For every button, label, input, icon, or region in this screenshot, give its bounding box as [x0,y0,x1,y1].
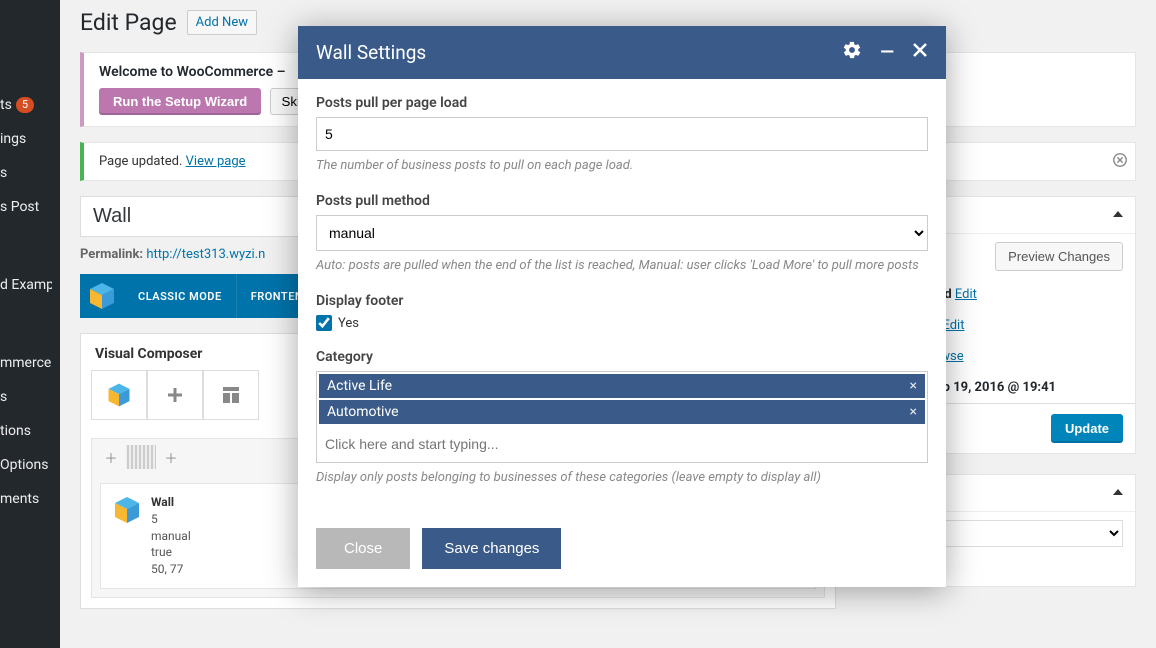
category-label: Category [316,349,928,365]
vc-element-title: Wall [151,495,174,509]
category-tag-active-life: Active Life × [319,374,925,398]
modal-footer: Close Save changes [298,512,946,587]
ppp-label: Posts pull per page load [316,95,928,111]
category-hint: Display only posts belonging to business… [316,469,928,487]
category-tag-automotive: Automotive × [319,400,925,424]
category-input[interactable] [317,426,927,462]
wall-settings-modal: Wall Settings — Posts pull per page load… [298,26,946,587]
vc-logo-icon [80,274,124,318]
posts-per-page-input[interactable] [316,117,928,151]
row-add-column-icon[interactable]: ＋ [158,445,184,469]
update-button[interactable]: Update [1051,414,1123,443]
modal-header: Wall Settings — [298,26,946,79]
sidebar-item-blank2[interactable] [0,312,60,346]
sidebar-item-products[interactable]: s [0,380,60,414]
ppp-hint: The number of business posts to pull on … [316,157,928,175]
method-hint: Auto: posts are pulled when the end of t… [316,257,928,275]
row-add-icon[interactable]: ＋ [98,445,124,469]
sidebar-item-elements[interactable]: ments [0,482,60,516]
collapse-icon[interactable] [1113,211,1123,217]
sidebar-item-listings[interactable]: ings [0,122,60,156]
display-footer-checkbox[interactable] [316,315,332,331]
method-label: Posts pull method [316,193,928,209]
sidebar-item-woocommerce[interactable]: mmerce [0,346,60,380]
edit-status-link[interactable]: Edit [955,287,977,302]
modal-minimize-icon[interactable]: — [880,42,894,63]
sidebar-item-options[interactable]: tions [0,414,60,448]
sidebar-item-business-post[interactable]: s Post [0,190,60,224]
modal-close-icon[interactable] [912,42,928,63]
admin-sidebar: ts 5 ings s s Post d Example mmerce s ti… [0,0,60,648]
view-page-link[interactable]: View page [186,154,246,169]
vc-templates-icon[interactable] [203,370,259,420]
vc-add-row-icon[interactable] [147,370,203,420]
preview-changes-button[interactable]: Preview Changes [995,242,1123,271]
save-changes-button[interactable]: Save changes [422,528,561,569]
modal-settings-icon[interactable] [842,40,862,65]
sidebar-item-grid-example[interactable]: d Example [0,258,60,312]
vc-add-element-icon[interactable] [91,370,147,420]
permalink-url-link[interactable]: http://test313.wyzi.n [146,247,265,262]
vc-element-icon [111,494,143,526]
dismiss-notice-icon[interactable] [1113,151,1127,172]
remove-tag-icon[interactable]: × [910,378,917,394]
footer-label: Display footer [316,293,928,309]
modal-title: Wall Settings [316,41,426,64]
category-tag-box: Active Life × Automotive × [316,371,928,463]
setup-wizard-button[interactable]: Run the Setup Wizard [99,88,261,115]
sidebar-item-offers[interactable]: s [0,156,60,190]
collapse-icon[interactable] [1113,489,1123,495]
pull-method-select[interactable]: manual [316,215,928,251]
row-drag-handle-icon[interactable] [126,445,156,469]
add-new-button[interactable]: Add New [187,10,257,35]
sidebar-item-comments[interactable]: ts 5 [0,88,60,122]
sidebar-item-blank1[interactable] [0,224,60,258]
remove-tag-icon[interactable]: × [910,404,917,420]
tab-classic-mode[interactable]: CLASSIC MODE [124,274,237,318]
close-button[interactable]: Close [316,528,410,569]
comments-badge: 5 [16,97,34,113]
footer-value: Yes [338,316,359,331]
sidebar-item-theme-options[interactable]: Options [0,448,60,482]
